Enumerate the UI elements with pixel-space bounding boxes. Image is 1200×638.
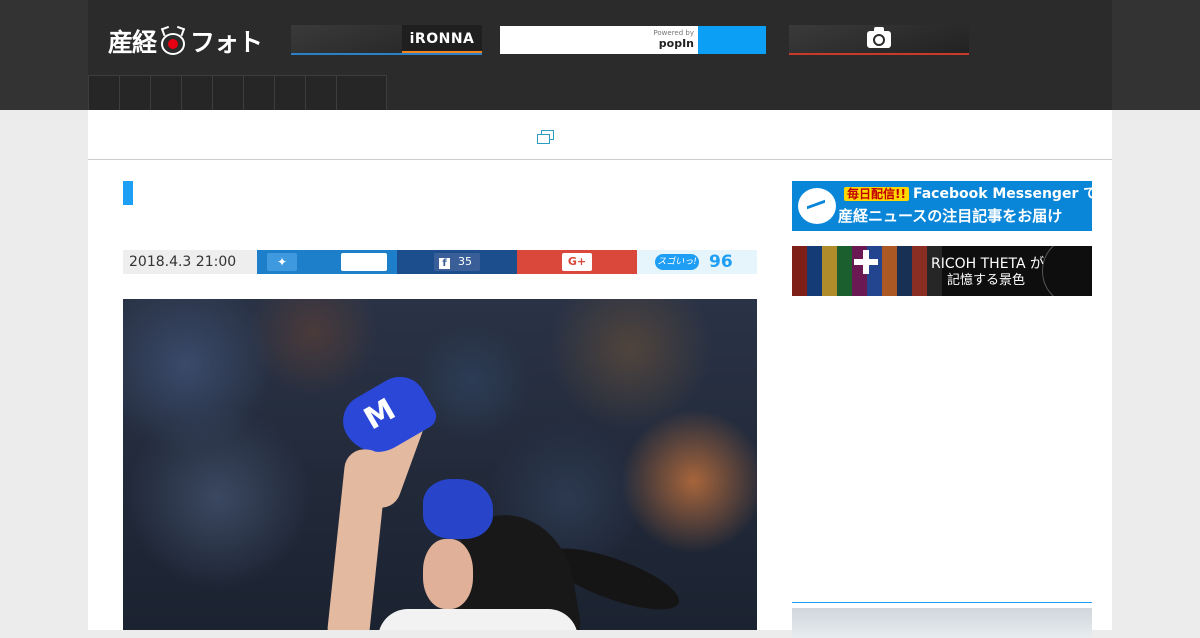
- article-photo[interactable]: M: [123, 299, 757, 630]
- photo-shirt: [378, 609, 578, 630]
- nav-item[interactable]: [88, 75, 119, 110]
- nav-item[interactable]: [212, 75, 243, 110]
- nav-item[interactable]: [243, 75, 274, 110]
- photo-glove: [423, 479, 493, 539]
- messenger-icon: [798, 188, 836, 224]
- cross-icon: [854, 250, 878, 274]
- nav-item[interactable]: [305, 75, 336, 110]
- twitter-share-button[interactable]: ✦: [257, 250, 397, 274]
- nav-item[interactable]: [274, 75, 305, 110]
- messenger-headline-text: Facebook Messenger で: [912, 186, 1092, 202]
- banner-arc: [1042, 246, 1092, 296]
- ironna-label: iRONNA: [402, 25, 482, 53]
- powered-by-label: Powered by: [653, 29, 694, 37]
- ironna-tab[interactable]: iRONNA: [291, 25, 482, 55]
- site-logo[interactable]: 産経 フォト: [108, 24, 263, 58]
- messenger-subline: 産経ニュースの注目記事をお届け: [838, 207, 1063, 225]
- ranking-divider: [792, 602, 1092, 603]
- sugoi-badge: スゴいっ!: [655, 254, 699, 270]
- nav-item[interactable]: [181, 75, 212, 110]
- share-bar: 2018.4.3 21:00 ✦ f 35 G+ スゴいっ! 96: [123, 250, 757, 274]
- googleplus-share-button[interactable]: G+: [517, 250, 637, 274]
- theta-line2: 記憶する景色: [947, 273, 1026, 288]
- photo-face: [423, 539, 473, 609]
- sugoi-button[interactable]: スゴいっ! 96: [637, 250, 757, 274]
- facebook-f-icon: f: [439, 258, 450, 269]
- photo-tab[interactable]: [789, 25, 969, 55]
- logo-text-photo: フォト: [190, 28, 263, 57]
- title-accent-bar: [123, 181, 133, 205]
- popin-logo: popIn: [658, 37, 694, 50]
- publish-date: 2018.4.3 21:00: [123, 250, 257, 274]
- main-content: 2018.4.3 21:00 ✦ f 35 G+ スゴいっ! 96 M 毎日配信…: [88, 110, 1112, 638]
- search-button[interactable]: [698, 26, 766, 54]
- ranking-thumbnail[interactable]: [792, 608, 1092, 638]
- messenger-banner[interactable]: 毎日配信!! Facebook Messenger で 産経ニュースの注目記事をお…: [792, 181, 1092, 231]
- twitter-count: [341, 253, 387, 271]
- gallery-strip: [88, 110, 1112, 160]
- camera-icon: [867, 26, 891, 48]
- logo-text-sankei: 産経: [108, 28, 157, 57]
- facebook-share-button[interactable]: f 35: [397, 250, 517, 274]
- messenger-headline: 毎日配信!! Facebook Messenger で: [844, 185, 1092, 203]
- sugoi-count: 96: [709, 252, 733, 272]
- theta-line1: RICOH THETA が: [931, 256, 1045, 272]
- nav-item[interactable]: [150, 75, 181, 110]
- messenger-tag: 毎日配信!!: [844, 187, 909, 201]
- search-input[interactable]: Powered by popIn: [500, 26, 698, 54]
- nav-item[interactable]: [119, 75, 150, 110]
- logo-mark-icon: [159, 25, 187, 55]
- theta-banner[interactable]: RICOH THETA が 記憶する景色: [792, 246, 1092, 296]
- gallery-windows-icon[interactable]: [537, 130, 555, 146]
- googleplus-label: G+: [562, 253, 592, 271]
- facebook-pill: f 35: [434, 253, 480, 271]
- category-nav: [88, 75, 387, 110]
- twitter-bird-icon: ✦: [267, 253, 297, 271]
- facebook-count: 35: [458, 255, 472, 268]
- nav-item[interactable]: [336, 75, 387, 110]
- powered-by: Powered by popIn: [653, 29, 694, 50]
